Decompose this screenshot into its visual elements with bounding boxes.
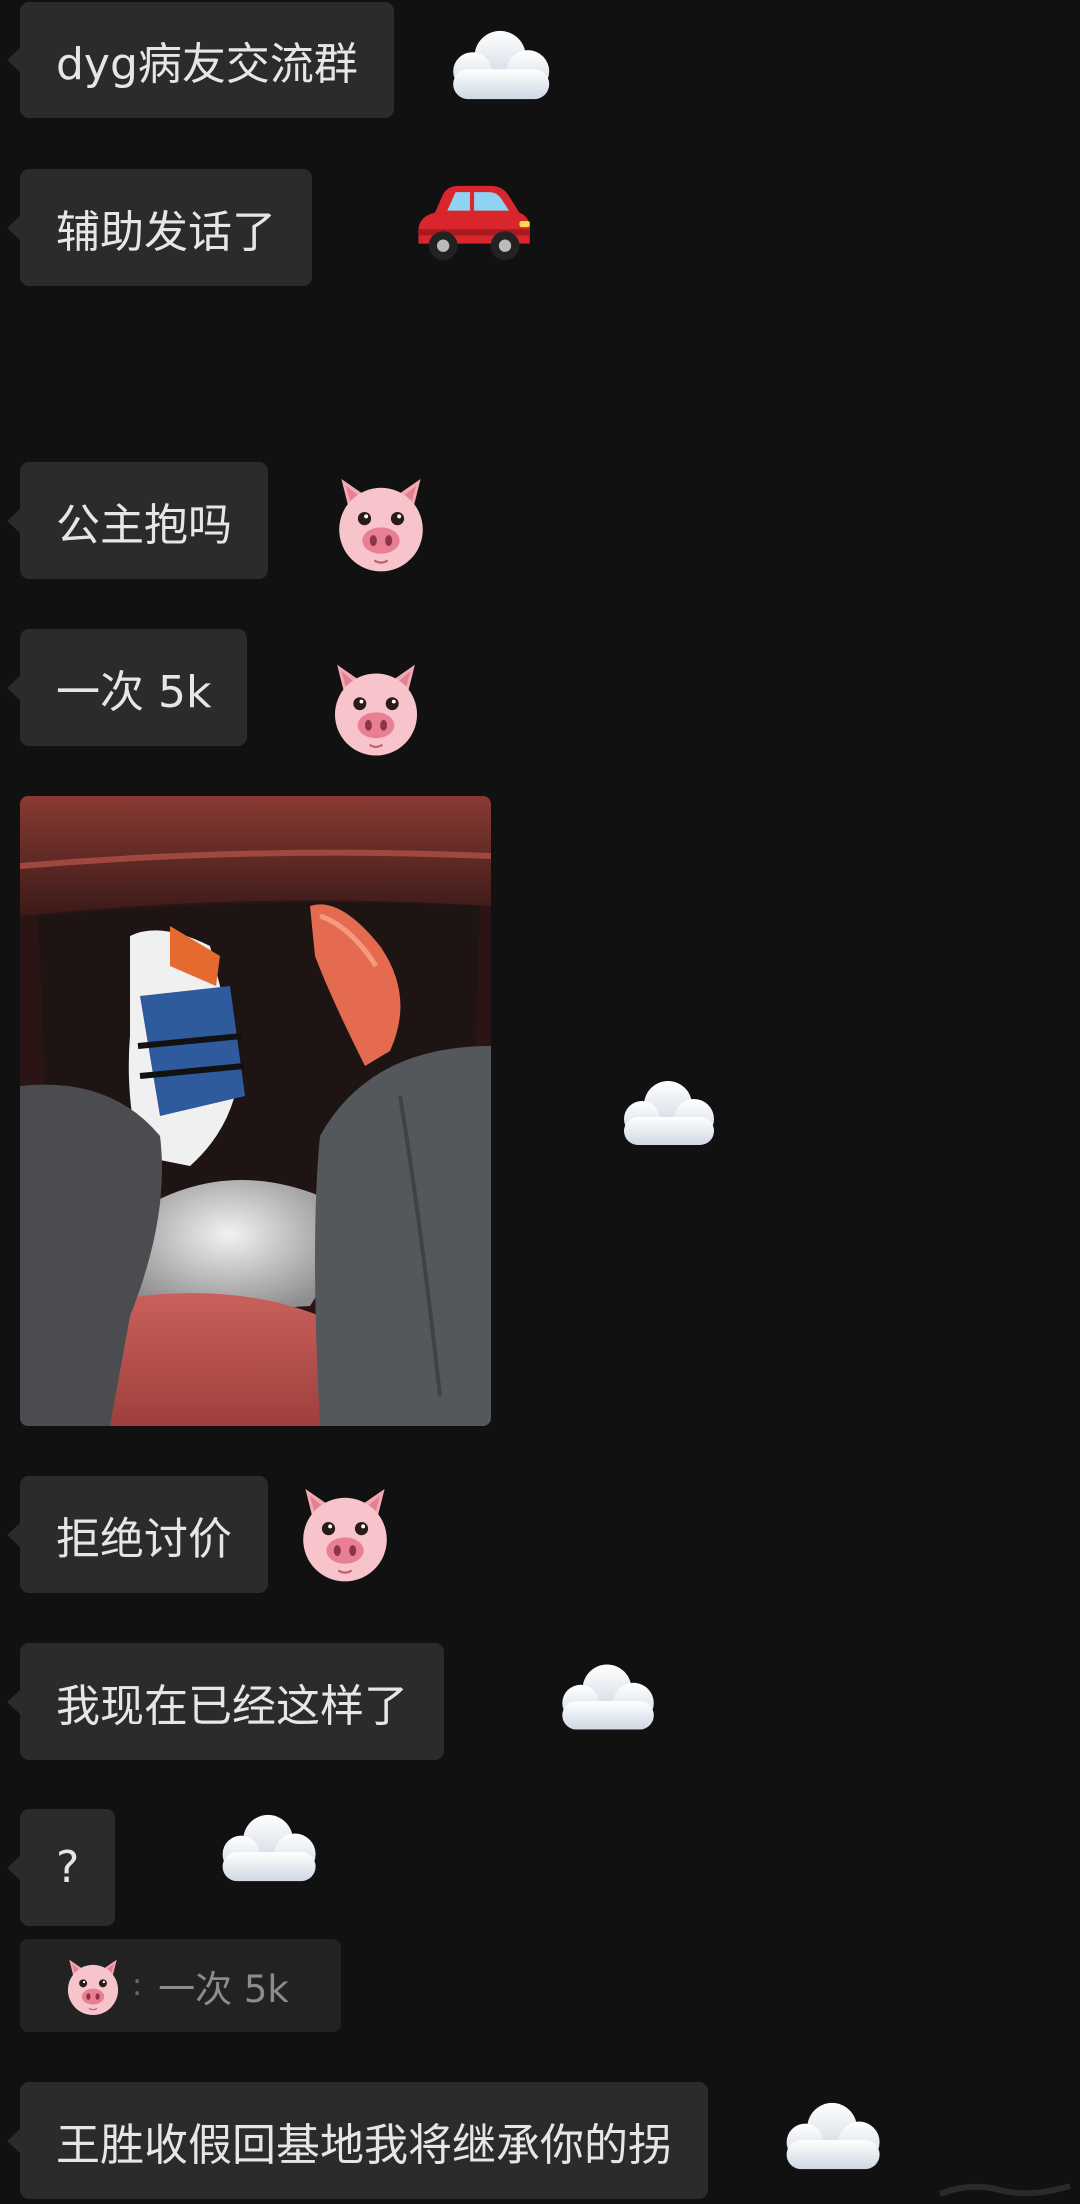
message-bubble[interactable]: 我现在已经这样了 [7,1643,444,1760]
cloud-icon[interactable] [434,20,562,110]
cloud-icon[interactable] [606,1070,726,1156]
message-text: 我现在已经这样了 [56,1680,408,1732]
cloud-icon[interactable] [204,1804,328,1892]
pig-icon[interactable] [322,654,430,762]
message-text: 公主抱吗 [56,499,232,551]
message-photo[interactable] [20,796,491,1426]
message-bubble[interactable]: 一次 5k [6,629,248,746]
message-text: 一次 5k [56,666,212,718]
watermark-scribble [938,2183,1071,2197]
message-bubble[interactable]: 公主抱吗 [7,462,268,579]
message-bubble[interactable]: 拒绝讨价 [7,1476,268,1593]
pig-icon [60,1953,126,2019]
cloud-icon[interactable] [544,1654,666,1740]
message-text: dyg病友交流群 [56,39,358,90]
message-text: 辅助发话了 [56,206,276,258]
message-bubble[interactable]: dyg病友交流群 [7,2,394,118]
quote-text: 一次 5k [158,1967,289,2011]
pig-icon[interactable] [290,1478,400,1588]
message-bubble[interactable]: 王胜收假回基地我将继承你的拐 [7,2082,708,2199]
photo-image [20,796,491,1426]
message-text: 拒绝讨价 [56,1513,232,1565]
message-text: ? [56,1842,80,1893]
message-text: 王胜收假回基地我将继承你的拐 [56,2119,672,2171]
quote-separator: : [132,1968,143,2003]
message-bubble[interactable]: 辅助发话了 [7,169,312,286]
reply-quote[interactable]: : 一次 5k [20,1939,341,2032]
car-icon[interactable] [404,173,538,271]
pig-icon[interactable] [326,468,436,578]
message-bubble[interactable]: ? [6,1809,116,1926]
cloud-icon[interactable] [768,2092,892,2180]
